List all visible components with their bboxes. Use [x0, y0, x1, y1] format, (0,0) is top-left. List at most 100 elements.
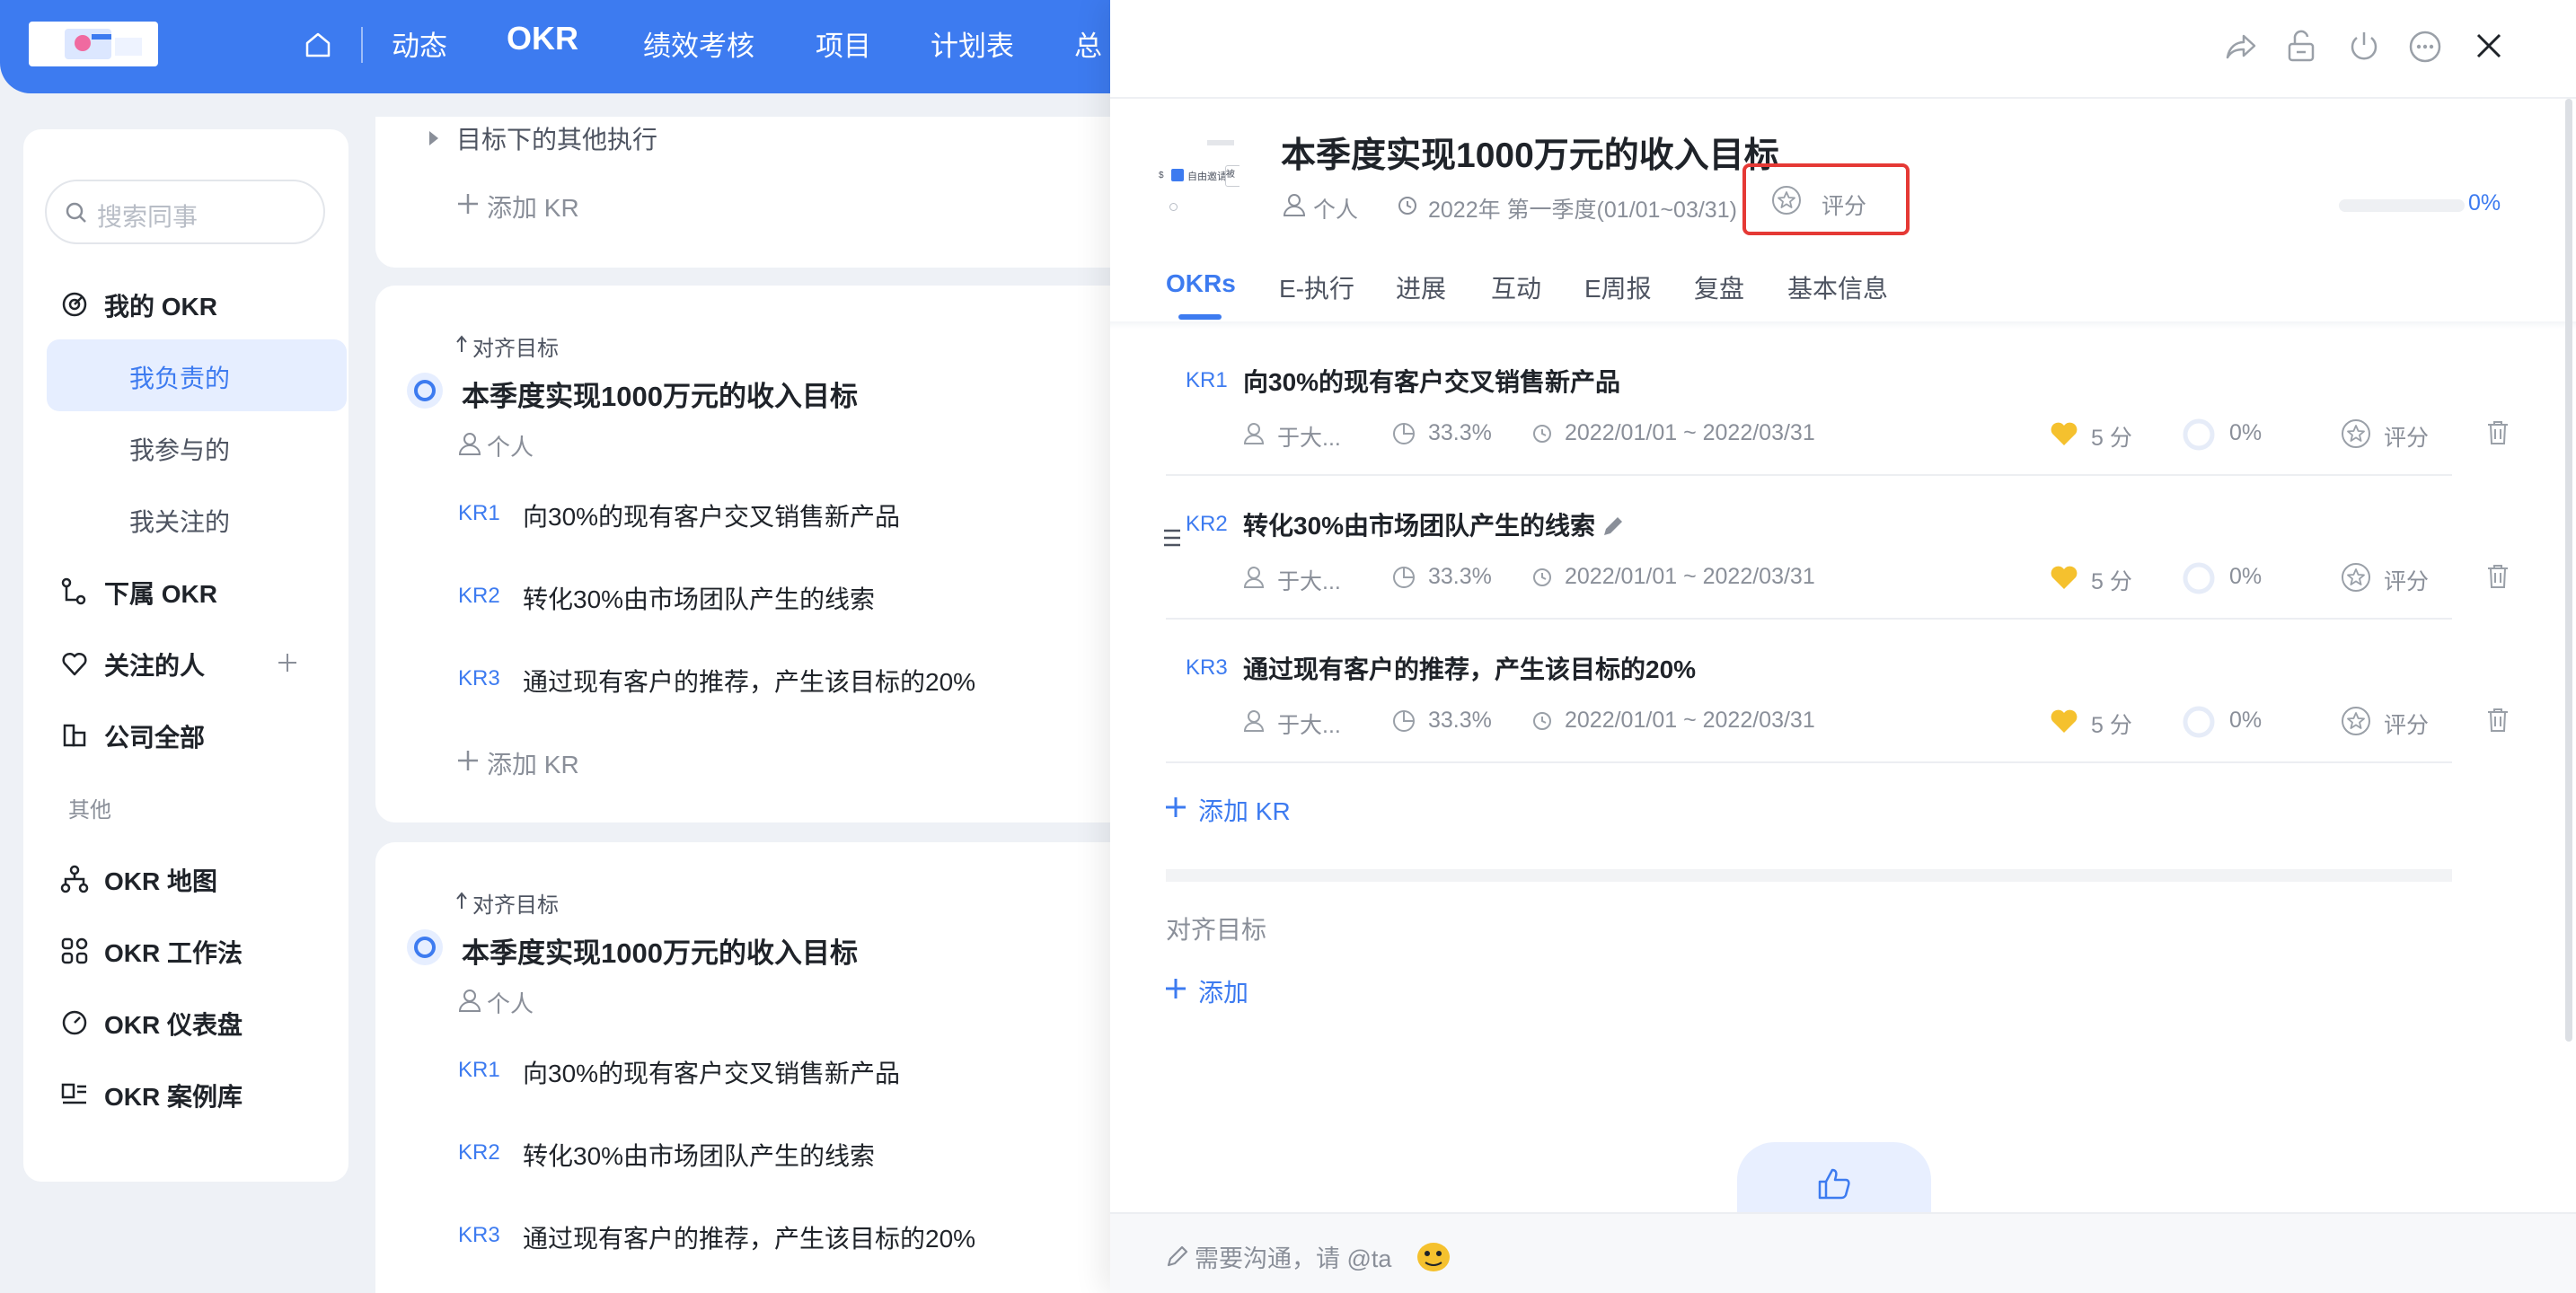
tab-progress[interactable]: 进展 — [1396, 269, 1446, 305]
kr-divider — [1166, 761, 2452, 763]
nav-schedule[interactable]: 计划表 — [931, 23, 1014, 64]
thumbs-up-icon — [1818, 1168, 1850, 1200]
person-icon — [458, 990, 481, 1012]
sidebar-item-company[interactable]: 公司全部 — [23, 699, 348, 770]
drag-handle-icon[interactable] — [1164, 528, 1180, 548]
edit-icon[interactable] — [1601, 514, 1626, 539]
tab-interaction[interactable]: 互动 — [1491, 269, 1541, 305]
sidebar-item-participating[interactable]: 我参与的 — [47, 411, 347, 483]
close-icon[interactable] — [2475, 32, 2502, 59]
period-label[interactable]: 2022年 第一季度(01/01~03/31) — [1428, 192, 1737, 224]
unlock-icon[interactable] — [2287, 30, 2316, 63]
nav-dynamics[interactable]: 动态 — [392, 23, 447, 64]
kr-text[interactable]: 向30%的现有客户交叉销售新产品 — [523, 1054, 900, 1090]
objective-title[interactable]: 本季度实现1000万元的收入目标 — [462, 374, 858, 414]
objective-score-button[interactable]: 评分 — [1771, 185, 1897, 219]
person-icon — [1283, 194, 1306, 216]
trash-icon[interactable] — [2486, 420, 2510, 445]
kr-weight[interactable]: 33.3% — [1428, 708, 1492, 734]
kr-title[interactable]: 转化30%由市场团队产生的线索 — [1243, 506, 1595, 542]
kr-title[interactable]: 通过现有客户的推荐，产生该目标的20% — [1243, 650, 1696, 686]
pie-chart-icon — [1393, 567, 1415, 588]
tab-weekly-report[interactable]: E周报 — [1584, 269, 1652, 305]
kr-progress: 0% — [2229, 420, 2263, 445]
kr-text[interactable]: 转化30%由市场团队产生的线索 — [523, 1137, 875, 1173]
share-icon[interactable] — [2224, 32, 2256, 61]
comment-placeholder: 需要沟通，请 @ta — [1195, 1245, 1392, 1272]
panel-objective-title[interactable]: 本季度实现1000万元的收入目标 — [1281, 128, 1779, 178]
kr-progress-ring[interactable] — [2183, 418, 2215, 451]
kr-confidence[interactable]: 5 分 — [2091, 564, 2132, 596]
kr-divider — [1166, 474, 2452, 476]
sidebar-item-my-okr[interactable]: 我的 OKR — [23, 268, 348, 339]
nav-performance[interactable]: 绩效考核 — [643, 23, 754, 64]
comment-bar[interactable]: 需要沟通，请 @ta — [1110, 1212, 2576, 1293]
okr-card[interactable]: 对齐目标 本季度实现1000万元的收入目标 个人 KR1 向30%的现有客户交叉… — [375, 286, 1157, 822]
like-button[interactable] — [1737, 1142, 1931, 1218]
scrollbar-thumb[interactable] — [2565, 99, 2572, 1042]
more-icon[interactable] — [2409, 31, 2441, 63]
kr-text[interactable]: 通过现有客户的推荐，产生该目标的20% — [523, 1219, 975, 1255]
company-logo[interactable] — [29, 22, 158, 66]
emoji-icon[interactable] — [1412, 1236, 1455, 1275]
nav-more[interactable]: 总 — [1074, 23, 1102, 64]
kr-confidence[interactable]: 5 分 — [2091, 708, 2132, 740]
sidebar-item-okr-cases[interactable]: OKR 案例库 — [23, 1058, 348, 1130]
tab-okrs[interactable]: OKRs — [1166, 269, 1236, 298]
kr-progress-ring[interactable] — [2183, 562, 2215, 594]
kr-title[interactable]: 向30%的现有客户交叉销售新产品 — [1243, 363, 1620, 399]
kr-score-label: 评分 — [2384, 426, 2430, 451]
kr-text[interactable]: 转化30%由市场团队产生的线索 — [523, 580, 875, 616]
add-align-button[interactable]: 添加 — [1166, 973, 1274, 1009]
panel-add-kr-button[interactable]: 添加 KR — [1166, 792, 1345, 828]
trash-icon[interactable] — [2486, 708, 2510, 733]
power-icon[interactable] — [2348, 31, 2380, 63]
kr-score-button[interactable]: 评分 — [2341, 417, 2448, 453]
tab-review[interactable]: 复盘 — [1694, 269, 1744, 305]
kr-weight[interactable]: 33.3% — [1428, 564, 1492, 590]
sidebar-item-sub-okr[interactable]: 下属 OKR — [23, 555, 348, 627]
nav-okr[interactable]: OKR — [507, 20, 578, 57]
kr-owner[interactable]: 于大... — [1277, 564, 1341, 596]
top-navigation-bar: 动态 OKR 绩效考核 项目 计划表 总 — [0, 0, 1168, 93]
sidebar-item-following[interactable]: 我关注的 — [47, 483, 347, 555]
clock-icon — [1533, 712, 1551, 730]
kr-text[interactable]: 向30%的现有客户交叉销售新产品 — [523, 497, 900, 533]
sidebar-item-followed-people[interactable]: 关注的人 — [23, 627, 348, 699]
add-icon[interactable] — [277, 652, 298, 673]
kr-owner[interactable]: 于大... — [1277, 708, 1341, 740]
kr-dates[interactable]: 2022/01/01 ~ 2022/03/31 — [1565, 708, 1815, 734]
tab-basic-info[interactable]: 基本信息 — [1787, 269, 1888, 305]
okr-card[interactable]: 对齐目标 本季度实现1000万元的收入目标 个人 KR1 向30%的现有客户交叉… — [375, 842, 1157, 1293]
clock-icon — [1533, 425, 1551, 443]
collapsed-execution-label[interactable]: 目标下的其他执行 — [456, 120, 657, 156]
kr-weight[interactable]: 33.3% — [1428, 420, 1492, 446]
sidebar-item-okr-method[interactable]: OKR 工作法 — [23, 914, 348, 986]
sidebar-item-responsible[interactable]: 我负责的 — [47, 339, 347, 411]
kr-score-button[interactable]: 评分 — [2341, 704, 2448, 740]
sidebar-item-okr-dashboard[interactable]: OKR 仪表盘 — [23, 986, 348, 1058]
owner-label[interactable]: 个人 — [1313, 192, 1358, 224]
kr-dates[interactable]: 2022/01/01 ~ 2022/03/31 — [1565, 420, 1815, 446]
sidebar-item-label: 关注的人 — [104, 652, 206, 680]
add-kr-button[interactable]: 添加 KR — [458, 745, 620, 778]
kr-progress-ring[interactable] — [2183, 706, 2215, 738]
kr-score-button[interactable]: 评分 — [2341, 560, 2448, 596]
trash-icon[interactable] — [2486, 564, 2510, 589]
nav-project[interactable]: 项目 — [816, 23, 871, 64]
home-icon[interactable] — [304, 31, 332, 59]
org-map-icon — [60, 865, 89, 893]
align-target-label[interactable]: 对齐目标 — [472, 330, 559, 362]
align-target-label[interactable]: 对齐目标 — [472, 887, 559, 919]
kr-text[interactable]: 通过现有客户的推荐，产生该目标的20% — [523, 663, 975, 699]
kr-tag: KR1 — [1186, 368, 1228, 392]
kr-owner[interactable]: 于大... — [1277, 420, 1341, 453]
kr-confidence[interactable]: 5 分 — [2091, 420, 2132, 453]
caret-right-icon[interactable] — [428, 129, 440, 147]
kr-dates[interactable]: 2022/01/01 ~ 2022/03/31 — [1565, 564, 1815, 590]
tab-execution[interactable]: E-执行 — [1279, 269, 1354, 305]
sidebar-item-okr-map[interactable]: OKR 地图 — [23, 842, 348, 914]
objective-title[interactable]: 本季度实现1000万元的收入目标 — [462, 930, 858, 971]
logo-illustration — [65, 29, 142, 59]
search-input[interactable]: 搜索同事 — [45, 180, 325, 244]
